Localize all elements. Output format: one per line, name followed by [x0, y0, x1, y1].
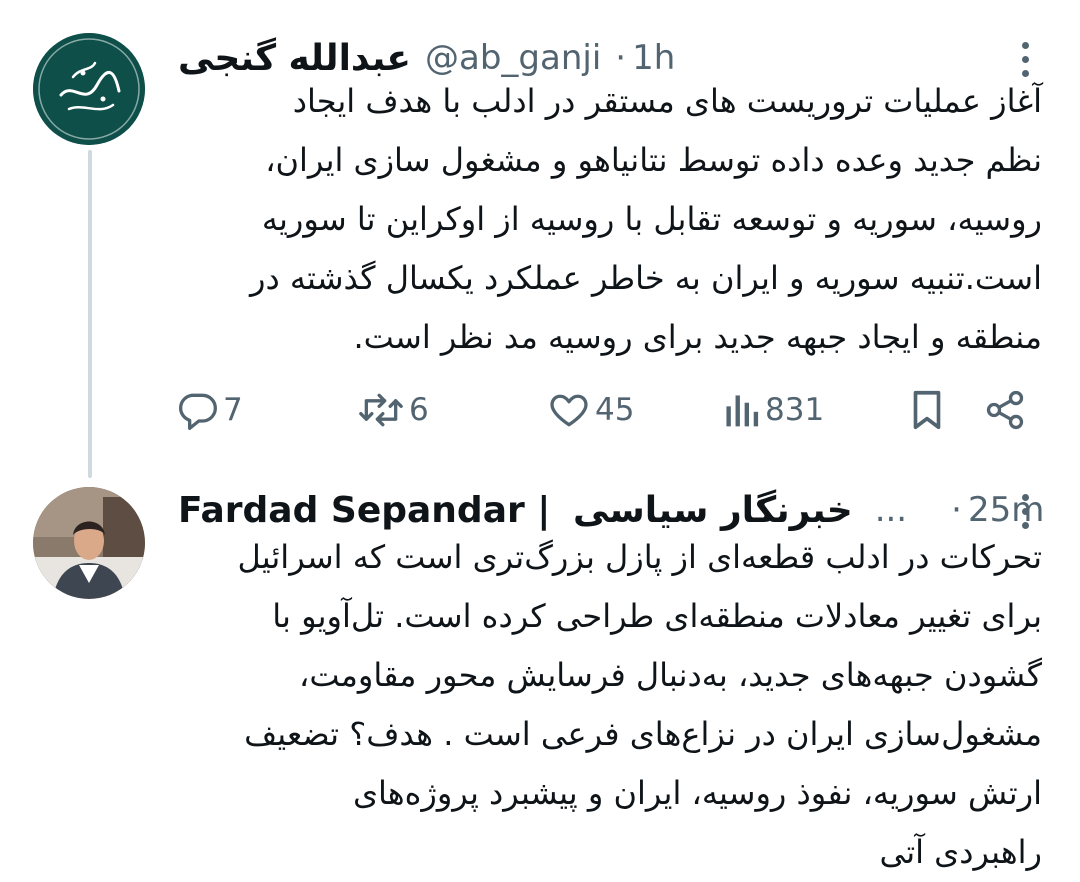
- author-name-latin: Fardad Sepandar |: [178, 489, 551, 531]
- calligraphy-logo-icon: [33, 33, 145, 145]
- like-count: 45: [595, 392, 635, 428]
- reply-icon: [179, 393, 217, 430]
- separator-dot: ·: [951, 490, 962, 530]
- share-icon: [986, 390, 1024, 430]
- bookmark-button[interactable]: [907, 380, 947, 440]
- like-icon: [550, 394, 588, 427]
- retweet-icon: [359, 393, 403, 427]
- tweet-text: آغاز عملیات تروریست های مستقر در ادلب با…: [250, 82, 1042, 356]
- more-options-icon[interactable]: [1016, 492, 1036, 532]
- views-button[interactable]: 831: [721, 380, 824, 440]
- thread-connector-line: [88, 150, 92, 478]
- author-name-farsi: خبرنگار سیاسی: [572, 489, 853, 531]
- tweet-actions: 7 6 45 831: [175, 380, 1035, 440]
- bookmark-icon: [913, 390, 941, 430]
- share-button[interactable]: [983, 380, 1027, 440]
- retweet-count: 6: [409, 392, 429, 428]
- retweet-button[interactable]: 6: [357, 380, 429, 440]
- author-avatar[interactable]: [33, 33, 145, 145]
- reply-button[interactable]: 7: [175, 380, 243, 440]
- author-name[interactable]: Fardad Sepandar | خبرنگار سیاسی: [178, 490, 853, 531]
- reply-count: 7: [223, 392, 243, 428]
- views-icon: [726, 395, 759, 427]
- user-photo-avatar: [33, 487, 145, 599]
- author-avatar[interactable]: [33, 487, 145, 599]
- views-count: 831: [765, 392, 825, 428]
- tweet-text: تحرکات در ادلب قطعه‌ای از پازل بزرگ‌تری …: [237, 538, 1043, 871]
- like-button[interactable]: 45: [547, 380, 634, 440]
- name-truncation-ellipsis: ...: [874, 490, 908, 530]
